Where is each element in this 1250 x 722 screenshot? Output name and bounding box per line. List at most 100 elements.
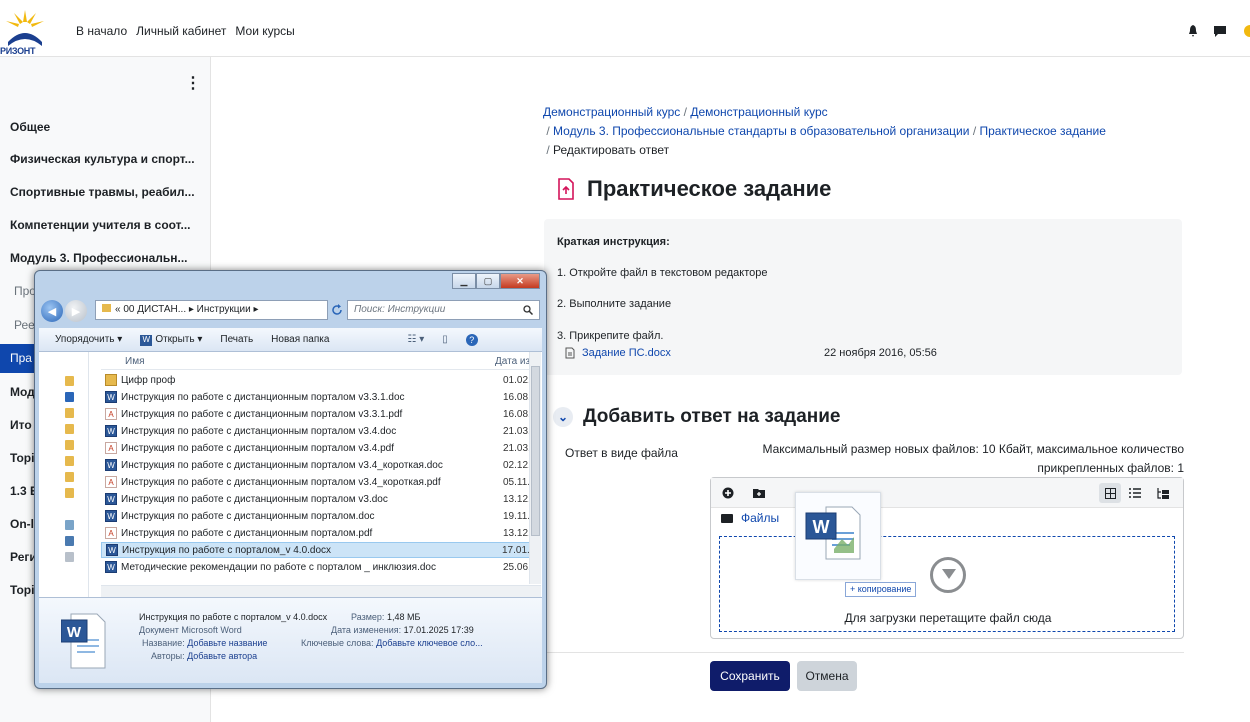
sidebar-item-section-2[interactable]: Спортивные травмы, реабил... <box>10 185 195 199</box>
sidebar-subitem-2[interactable]: Рее <box>14 318 35 332</box>
vertical-scrollbar[interactable] <box>529 352 541 584</box>
breadcrumb-link[interactable]: Демонстрационный курс <box>690 105 827 119</box>
drag-preview: W <box>795 492 881 580</box>
user-avatar-icon[interactable] <box>1242 24 1250 38</box>
attachment-row: Задание ПС.docx 22 ноября 2016, 05:56 <box>564 347 937 359</box>
address-input[interactable]: « 00 ДИСТАН... ▸ Инструкции ▸ <box>95 300 328 320</box>
word-file-icon: W <box>105 510 117 522</box>
folder-icon <box>721 513 733 523</box>
nav-dashboard-link[interactable]: Личный кабинет <box>136 24 226 38</box>
detail-authors: Авторы: Добавьте автора <box>151 651 257 661</box>
folder-icon <box>65 456 74 466</box>
minimize-icon[interactable]: ▁ <box>452 273 476 289</box>
preview-pane-icon[interactable]: ▯ <box>442 334 448 345</box>
message-icon[interactable] <box>1214 25 1226 37</box>
attachment-link[interactable]: Задание ПС.docx <box>582 347 671 359</box>
horizontal-scrollbar[interactable] <box>101 585 541 597</box>
organize-menu[interactable]: Упорядочить ▾ <box>55 334 122 345</box>
word-file-icon: W <box>105 459 117 471</box>
forward-icon[interactable]: ▶ <box>65 300 87 322</box>
folder-icon <box>65 472 74 482</box>
file-row[interactable]: W Инструкция по работе с дистанционным по… <box>101 508 541 524</box>
breadcrumb-separator: / <box>546 143 550 157</box>
refresh-icon[interactable] <box>331 304 343 316</box>
sidebar-item-section-4[interactable]: Мод <box>10 385 35 399</box>
word-document-icon: W <box>61 613 106 669</box>
column-name[interactable]: Имя <box>125 356 144 367</box>
explorer-window[interactable]: ▁ ▢ ✕ ◀ ▶ « 00 ДИСТАН... ▸ Инструкции ▸ … <box>34 270 547 689</box>
sidebar-item-module-3[interactable]: Модуль 3. Профессиональн... <box>10 251 188 265</box>
bell-icon[interactable] <box>1188 25 1198 37</box>
scrollbar-thumb[interactable] <box>531 366 540 536</box>
print-button[interactable]: Печать <box>220 334 253 345</box>
folder-icon <box>105 374 117 386</box>
assignment-icon <box>558 178 574 200</box>
maximize-icon[interactable]: ▢ <box>476 273 500 289</box>
breadcrumb-link[interactable]: Демонстрационный курс <box>543 105 680 119</box>
open-menu[interactable]: W Открыть ▾ <box>140 334 202 346</box>
sidebar-item-general[interactable]: Общее <box>10 120 50 134</box>
nav-home-link[interactable]: В начало <box>76 24 127 38</box>
assignment-intro: Краткая инструкция: 1. Откройте файл в т… <box>544 219 1182 375</box>
detail-filename: Инструкция по работе с порталом_v 4.0.do… <box>139 612 328 622</box>
search-icon[interactable] <box>523 305 533 315</box>
view-options-icon[interactable]: ☷ ▾ <box>407 334 424 345</box>
logo-icon[interactable] <box>4 6 46 50</box>
file-row[interactable]: Цифр проф 01.02.20 <box>101 372 541 388</box>
new-folder-button[interactable]: Новая папка <box>271 334 329 345</box>
sidebar-item-section-3[interactable]: Компетенции учителя в соот... <box>10 218 191 232</box>
save-button[interactable]: Сохранить <box>710 661 790 691</box>
file-drop-zone[interactable]: Для загрузки перетащите файл сюда <box>719 536 1175 632</box>
detail-key: Ключевые слова: <box>301 638 374 648</box>
sidebar-item-section-6[interactable]: Topi <box>10 451 34 465</box>
sidebar-item-section-8[interactable]: On-l <box>10 517 34 531</box>
detail-authors-value[interactable]: Добавьте автора <box>187 651 257 661</box>
breadcrumb-link[interactable]: Практическое задание <box>980 124 1106 138</box>
svg-text:W: W <box>813 517 830 537</box>
column-date[interactable]: Дата из <box>495 356 530 367</box>
file-row[interactable]: A Инструкция по работе с дистанционным по… <box>101 406 541 422</box>
navigation-pane[interactable] <box>39 352 89 597</box>
open-menu-label: Открыть ▾ <box>155 333 203 345</box>
breadcrumb-separator: / <box>546 124 550 138</box>
sidebar-menu-icon[interactable]: ⋮ <box>185 73 201 93</box>
files-folder-path[interactable]: Файлы <box>721 511 779 525</box>
add-file-icon[interactable] <box>717 483 739 503</box>
grid-view-icon[interactable] <box>1099 483 1121 503</box>
sidebar-subitem-1[interactable]: Про <box>14 284 36 298</box>
sidebar-item-section-9[interactable]: Реги <box>10 550 37 564</box>
sidebar-item-section-5[interactable]: Ито <box>10 418 32 432</box>
chevron-down-icon[interactable]: ⌄ <box>553 407 573 427</box>
detail-title-value[interactable]: Добавьте название <box>187 638 267 648</box>
file-row[interactable]: W Инструкция по работе с дистанционным по… <box>101 389 541 405</box>
file-name: Цифр проф <box>121 374 176 386</box>
sidebar-item-section-1[interactable]: Физическая культура и спорт... <box>10 152 195 166</box>
tree-view-icon[interactable] <box>1152 483 1174 503</box>
file-row[interactable]: A Инструкция по работе с дистанционным по… <box>101 440 541 456</box>
help-icon[interactable]: ? <box>465 333 478 346</box>
list-view-icon[interactable] <box>1124 483 1146 503</box>
file-name: Инструкция по работе с дистанционным пор… <box>121 527 373 539</box>
detail-keywords-value[interactable]: Добавьте ключевое сло... <box>376 638 483 648</box>
file-row[interactable]: A Инструкция по работе с дистанционным по… <box>101 474 541 490</box>
submission-section-heading[interactable]: ⌄ Добавить ответ на задание <box>553 406 841 428</box>
file-row[interactable]: A Инструкция по работе с дистанционным по… <box>101 525 541 541</box>
explorer-search-input[interactable]: Поиск: Инструкции <box>347 300 540 320</box>
file-row[interactable]: W Инструкция по работе с дистанционным по… <box>101 457 541 473</box>
file-row[interactable]: W Инструкция по работе с дистанционным по… <box>101 423 541 439</box>
cancel-button[interactable]: Отмена <box>797 661 857 691</box>
search-placeholder: Поиск: Инструкции <box>354 304 446 315</box>
sidebar-item-section-10[interactable]: Topi <box>10 583 34 597</box>
detail-modified: Дата изменения: 17.01.2025 17:39 <box>331 625 474 635</box>
file-list-header: Имя Дата из <box>101 352 541 370</box>
breadcrumb-link[interactable]: Модуль 3. Профессиональные стандарты в о… <box>553 124 969 138</box>
nav-mycourses-link[interactable]: Мои курсы <box>235 24 294 38</box>
file-row[interactable]: W Инструкция по работе с дистанционным по… <box>101 491 541 507</box>
file-row-selected[interactable]: W Инструкция по работе с порталом_v 4.0.d… <box>101 542 541 558</box>
close-icon[interactable]: ✕ <box>500 273 540 289</box>
file-row[interactable]: W Методические рекомендации по работе с п… <box>101 559 541 575</box>
create-folder-icon[interactable] <box>748 483 770 503</box>
file-name: Инструкция по работе с порталом_v 4.0.do… <box>122 544 332 556</box>
breadcrumb-separator: / <box>683 105 687 119</box>
back-icon[interactable]: ◀ <box>41 300 63 322</box>
